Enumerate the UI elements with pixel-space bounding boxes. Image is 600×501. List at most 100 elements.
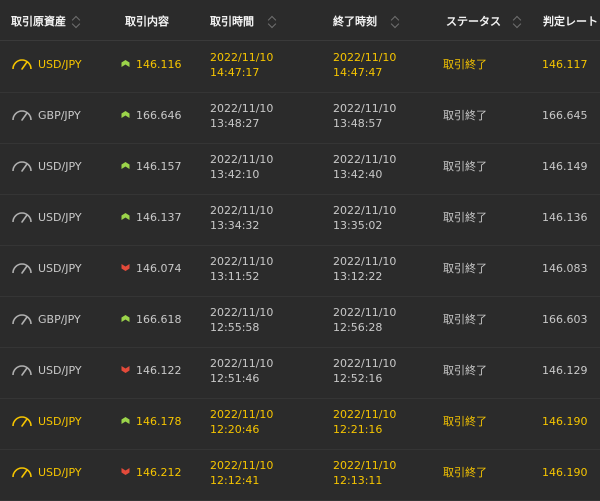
table-row[interactable]: USD/JPY 146.212 2022/11/10 12:12:41 2022/11/… — [0, 449, 600, 501]
judge-rate: 146.149 — [542, 160, 588, 173]
start-time: 2022/11/10 13:48:27 — [210, 101, 273, 131]
start-date-text: 2022/11/10 — [210, 459, 274, 472]
judge-rate: 166.603 — [542, 313, 588, 326]
sort-icon[interactable] — [513, 15, 522, 29]
end-time: 2022/11/10 13:48:57 — [333, 101, 396, 131]
gauge-icon — [12, 467, 32, 478]
start-time-text: 12:55:58 — [210, 321, 260, 334]
end-time: 2022/11/10 12:21:16 — [333, 407, 396, 437]
header-judge-rate-label: 判定レート — [543, 15, 598, 28]
header-judge-rate: 判定レート — [543, 13, 598, 31]
gauge-icon — [12, 161, 32, 172]
start-date-text: 2022/11/10 — [210, 306, 274, 319]
status-text: 取引終了 — [443, 262, 487, 275]
entry-rate: 146.074 — [136, 262, 182, 275]
end-date-text: 2022/11/10 — [333, 102, 397, 115]
start-time: 2022/11/10 12:20:46 — [210, 407, 273, 437]
end-time: 2022/11/10 12:56:28 — [333, 305, 396, 335]
end-date-text: 2022/11/10 — [333, 51, 397, 64]
end-time-text: 14:47:47 — [333, 66, 383, 79]
asset-name: USD/JPY — [38, 364, 82, 377]
asset-name: USD/JPY — [38, 58, 82, 71]
start-time-text: 12:12:41 — [210, 474, 260, 487]
asset-name: GBP/JPY — [38, 109, 81, 122]
start-date-text: 2022/11/10 — [210, 357, 274, 370]
gauge-icon — [12, 110, 32, 121]
header-status[interactable]: ステータス — [446, 13, 522, 31]
status-text: 取引終了 — [443, 160, 487, 173]
start-date-text: 2022/11/10 — [210, 255, 274, 268]
header-asset[interactable]: 取引原資産 — [11, 13, 81, 31]
gauge-icon — [12, 314, 32, 325]
table-row[interactable]: USD/JPY 146.137 2022/11/10 13:34:32 2022/11/… — [0, 194, 600, 246]
end-date-text: 2022/11/10 — [333, 306, 397, 319]
end-time-text: 12:13:11 — [333, 474, 383, 487]
header-end-time-label: 終了時刻 — [333, 15, 377, 28]
asset-name: GBP/JPY — [38, 313, 81, 326]
status-text: 取引終了 — [443, 313, 487, 326]
start-time: 2022/11/10 13:34:32 — [210, 203, 273, 233]
end-time-text: 12:52:16 — [333, 372, 383, 385]
sort-icon[interactable] — [268, 15, 277, 29]
gauge-icon — [12, 59, 32, 70]
entry-rate: 146.212 — [136, 466, 182, 479]
start-time: 2022/11/10 13:42:10 — [210, 152, 273, 182]
entry-rate: 166.618 — [136, 313, 182, 326]
header-end-time[interactable]: 終了時刻 — [333, 13, 400, 31]
gauge-icon — [12, 416, 32, 427]
start-date-text: 2022/11/10 — [210, 51, 274, 64]
end-time-text: 13:48:57 — [333, 117, 383, 130]
start-date-text: 2022/11/10 — [210, 204, 274, 217]
start-time-text: 13:48:27 — [210, 117, 260, 130]
table-row[interactable]: USD/JPY 146.157 2022/11/10 13:42:10 2022/11/… — [0, 143, 600, 195]
table-row[interactable]: USD/JPY 146.178 2022/11/10 12:20:46 2022/11/… — [0, 398, 600, 450]
sort-icon[interactable] — [391, 15, 400, 29]
sort-icon[interactable] — [72, 15, 81, 29]
status-text: 取引終了 — [443, 58, 487, 71]
table-row[interactable]: USD/JPY 146.116 2022/11/10 14:47:17 2022/11/… — [0, 41, 600, 93]
start-time-text: 12:51:46 — [210, 372, 260, 385]
end-time: 2022/11/10 13:12:22 — [333, 254, 396, 284]
arrow-down-icon — [121, 468, 130, 475]
arrow-up-icon — [121, 417, 130, 424]
start-time-text: 14:47:17 — [210, 66, 260, 79]
end-time-text: 13:42:40 — [333, 168, 383, 181]
header-asset-label: 取引原資産 — [11, 15, 66, 28]
entry-rate: 146.116 — [136, 58, 182, 71]
header-start-time[interactable]: 取引時間 — [210, 13, 277, 31]
table-row[interactable]: USD/JPY 146.122 2022/11/10 12:51:46 2022/11/… — [0, 347, 600, 399]
arrow-up-icon — [121, 213, 130, 220]
table-row[interactable]: GBP/JPY 166.618 2022/11/10 12:55:58 2022/11/… — [0, 296, 600, 348]
start-date-text: 2022/11/10 — [210, 408, 274, 421]
end-date-text: 2022/11/10 — [333, 459, 397, 472]
asset-name: USD/JPY — [38, 262, 82, 275]
end-time: 2022/11/10 12:52:16 — [333, 356, 396, 386]
start-time-text: 13:42:10 — [210, 168, 260, 181]
status-text: 取引終了 — [443, 109, 487, 122]
end-date-text: 2022/11/10 — [333, 153, 397, 166]
end-time-text: 13:12:22 — [333, 270, 383, 283]
judge-rate: 146.190 — [542, 466, 588, 479]
table-row[interactable]: USD/JPY 146.074 2022/11/10 13:11:52 2022/11/… — [0, 245, 600, 297]
asset-name: USD/JPY — [38, 415, 82, 428]
end-time: 2022/11/10 14:47:47 — [333, 50, 396, 80]
status-text: 取引終了 — [443, 211, 487, 224]
judge-rate: 146.190 — [542, 415, 588, 428]
judge-rate: 146.083 — [542, 262, 588, 275]
end-time-text: 13:35:02 — [333, 219, 383, 232]
end-time-text: 12:21:16 — [333, 423, 383, 436]
header-status-label: ステータス — [446, 15, 501, 28]
header-start-time-label: 取引時間 — [210, 15, 254, 28]
table-row[interactable]: GBP/JPY 166.646 2022/11/10 13:48:27 2022/11/… — [0, 92, 600, 144]
start-time-text: 12:20:46 — [210, 423, 260, 436]
start-time-text: 13:34:32 — [210, 219, 260, 232]
start-time: 2022/11/10 13:11:52 — [210, 254, 273, 284]
start-date-text: 2022/11/10 — [210, 102, 274, 115]
entry-rate: 146.178 — [136, 415, 182, 428]
end-date-text: 2022/11/10 — [333, 357, 397, 370]
arrow-up-icon — [121, 60, 130, 67]
gauge-icon — [12, 212, 32, 223]
end-date-text: 2022/11/10 — [333, 255, 397, 268]
entry-rate: 146.137 — [136, 211, 182, 224]
entry-rate: 146.157 — [136, 160, 182, 173]
